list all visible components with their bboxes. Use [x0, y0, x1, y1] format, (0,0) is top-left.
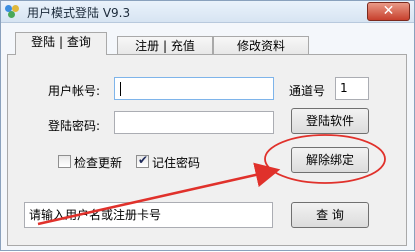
text-caret [120, 81, 121, 96]
app-icon [5, 5, 21, 19]
account-input[interactable] [114, 77, 274, 100]
query-button[interactable]: 查 询 [291, 202, 369, 228]
remember-password-label: 记住密码 [152, 156, 201, 170]
login-button[interactable]: 登陆软件 [291, 108, 369, 134]
password-label: 登陆密码: [48, 119, 101, 133]
close-icon: ✕ [382, 3, 395, 19]
status-message: 请输入用户名或注册卡号 [24, 202, 273, 228]
check-update-checkbox[interactable] [58, 155, 71, 168]
checkmark-icon: ✔ [138, 153, 149, 167]
account-label: 用户帐号: [48, 84, 101, 98]
password-input[interactable] [114, 111, 274, 134]
remember-password-checkbox[interactable]: ✔ [136, 153, 149, 168]
tab-edit-profile[interactable]: 修改资料 [213, 36, 309, 56]
check-update-label: 检查更新 [74, 156, 123, 170]
tab-register-recharge[interactable]: 注册 | 充值 [117, 36, 213, 56]
close-button[interactable]: ✕ [367, 2, 410, 21]
channel-label: 通道号 [289, 84, 326, 98]
tab-login-query[interactable]: 登陆 | 查询 [15, 32, 107, 55]
tab-panel: 用户帐号: 通道号 1 登陆密码: 登陆软件 检查更新 ✔ 记住密码 解除绑定 … [7, 54, 407, 246]
unbind-button[interactable]: 解除绑定 [291, 147, 369, 173]
channel-input[interactable]: 1 [335, 77, 369, 100]
title-bar: 用户模式登陆 V9.3 ✕ [1, 1, 414, 23]
window-title: 用户模式登陆 V9.3 [27, 6, 131, 20]
login-window: 用户模式登陆 V9.3 ✕ 登陆 | 查询 注册 | 充值 修改资料 用户帐号:… [0, 0, 415, 251]
